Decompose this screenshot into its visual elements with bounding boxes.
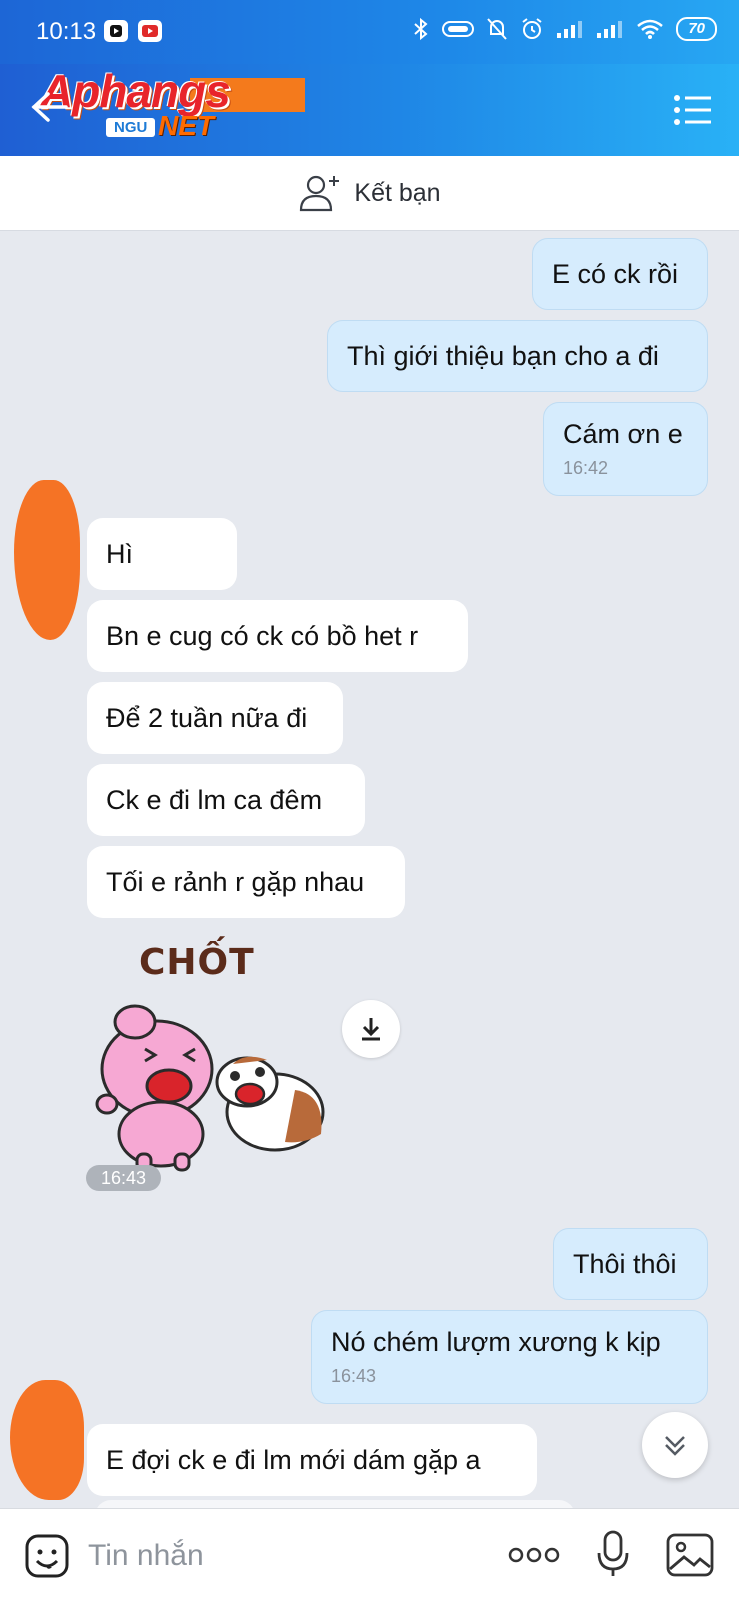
sticker-message[interactable]: CHỐT (95, 942, 335, 1172)
add-friend-label: Kết bạn (354, 178, 441, 207)
youtube-notification-icon (138, 20, 162, 42)
message-bubble-outgoing[interactable]: Thôi thôi (553, 1228, 708, 1300)
add-friend-button[interactable]: Kết bạn (0, 156, 739, 231)
message-composer: Tin nhắn (0, 1508, 739, 1601)
wifi-icon (637, 19, 664, 39)
sticker-icon[interactable] (24, 1533, 70, 1584)
add-friend-icon (300, 175, 340, 212)
message-bubble-incoming-partial (95, 1500, 575, 1508)
watermark-suffix: NET (158, 110, 214, 141)
message-bubble-outgoing[interactable]: Thì giới thiệu bạn cho a đi (327, 320, 708, 392)
message-text: Tối e rảnh r gặp nhau (106, 866, 365, 897)
message-text: E đợi ck e đi lm mới dám gặp a (106, 1444, 481, 1475)
watermark-logo: Aphangs NGU NET (40, 64, 305, 144)
message-time: 16:42 (563, 458, 609, 478)
message-bubble-incoming[interactable]: Để 2 tuần nữa đi (87, 682, 343, 754)
back-arrow-icon[interactable] (30, 90, 70, 129)
more-icon[interactable] (508, 1545, 560, 1570)
message-bubble-incoming[interactable]: E đợi ck e đi lm mới dám gặp a (87, 1424, 537, 1496)
sticker-illustration (95, 1004, 325, 1172)
message-text: Nó chém lượm xương k kịp (331, 1327, 661, 1357)
mute-bell-icon (487, 18, 508, 40)
sticker-time: 16:43 (86, 1165, 161, 1191)
status-bar: 10:13 70 (0, 0, 739, 64)
message-bubble-incoming[interactable]: Tối e rảnh r gặp nhau (87, 846, 405, 918)
tiktok-notification-icon (104, 20, 128, 42)
message-bubble-outgoing[interactable]: Nó chém lượm xương k kịp 16:43 (311, 1310, 708, 1404)
message-time: 16:43 (331, 1366, 377, 1386)
signal-icon (557, 21, 583, 38)
redaction-mark (10, 1380, 84, 1500)
message-text: Thôi thôi (573, 1248, 677, 1279)
message-text: Hì (106, 538, 133, 569)
status-icons: 70 (412, 17, 717, 41)
message-input[interactable]: Tin nhắn (88, 1539, 204, 1573)
bluetooth-icon (414, 17, 428, 41)
chat-messages[interactable]: E có ck rồi Thì giới thiệu bạn cho a đi … (0, 230, 739, 1508)
message-bubble-outgoing[interactable]: Cám ơn e 16:42 (543, 402, 708, 496)
image-icon[interactable] (666, 1533, 714, 1582)
message-text: Thì giới thiệu bạn cho a đi (347, 340, 659, 371)
message-text: Bn e cug có ck có bồ het r (106, 620, 419, 651)
menu-list-icon[interactable] (673, 94, 713, 131)
message-bubble-incoming[interactable]: Bn e cug có ck có bồ het r (87, 600, 468, 672)
signal-icon-2 (597, 21, 623, 38)
message-bubble-incoming[interactable]: Hì (87, 518, 237, 590)
redaction-mark (14, 480, 80, 640)
message-bubble-outgoing[interactable]: E có ck rồi (532, 238, 708, 310)
message-text: Cám ơn e (563, 419, 683, 449)
data-saver-icon (442, 21, 475, 37)
download-icon[interactable] (342, 1000, 400, 1058)
status-time: 10:13 (36, 18, 97, 45)
scroll-down-icon[interactable] (642, 1412, 708, 1478)
microphone-icon[interactable] (596, 1529, 630, 1584)
watermark-sub: NGU (106, 118, 156, 137)
alarm-icon (522, 18, 542, 39)
chat-header: Aphangs NGU NET (0, 64, 739, 156)
message-text: E có ck rồi (552, 258, 679, 289)
message-text: Ck e đi lm ca đêm (106, 784, 323, 815)
message-text: Để 2 tuần nữa đi (106, 702, 308, 733)
sticker-caption: CHỐT (139, 942, 255, 983)
battery-indicator: 70 (676, 17, 717, 41)
message-bubble-incoming[interactable]: Ck e đi lm ca đêm (87, 764, 365, 836)
